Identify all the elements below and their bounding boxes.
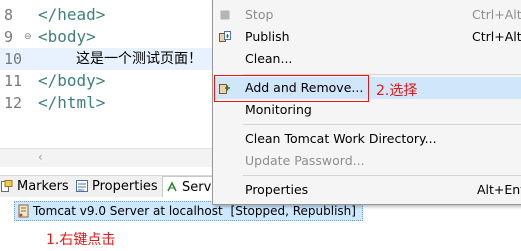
code-editor[interactable]: 8 </head> 9 ⊖ <body> 10 这是一个测试页面！ 11 </b… — [0, 0, 212, 168]
menu-item-update-password[interactable]: Update Password... — [213, 150, 521, 172]
menu-item-shortcut: Ctrl+Alt+P — [472, 29, 521, 44]
menu-item-publish[interactable]: Publish Ctrl+Alt+P — [213, 26, 521, 48]
annotation-highlight-box — [214, 75, 369, 102]
code-text: </head> — [38, 5, 106, 24]
context-menu: Stop Ctrl+Alt+S Publish Ctrl+Alt+P Clean… — [212, 0, 521, 205]
editor-line[interactable]: 9 ⊖ <body> — [0, 26, 212, 48]
line-number: 12 — [4, 94, 23, 112]
server-status: [Stopped, Republish] — [230, 204, 356, 218]
editor-line[interactable]: 12 </html> — [0, 92, 212, 114]
menu-item-clean-work-directory[interactable]: Clean Tomcat Work Directory... — [213, 128, 521, 150]
tab-label: Markers — [17, 179, 69, 194]
editor-line-current[interactable]: 10 这是一个测试页面！ — [0, 48, 212, 70]
menu-item-shortcut: Ctrl+Alt+S — [472, 7, 521, 22]
markers-icon — [1, 180, 13, 192]
line-number: 8 — [4, 6, 14, 24]
publish-icon — [219, 31, 231, 42]
servers-icon — [167, 181, 177, 192]
tab-label: Servers — [182, 180, 213, 195]
line-number: 10 — [4, 50, 23, 68]
menu-item-properties[interactable]: Properties Alt+Enter — [213, 179, 521, 201]
tab-servers[interactable]: Servers — [162, 176, 214, 199]
code-text: </html> — [38, 93, 106, 112]
code-text: <body> — [38, 27, 96, 46]
annotation-step2: 2.选择 — [376, 83, 418, 99]
scroll-left-icon[interactable]: ‹ — [38, 150, 43, 164]
menu-separator — [243, 124, 521, 125]
annotation-step1: 1.右键点击 — [46, 232, 116, 248]
server-name: Tomcat v9.0 Server at localhost — [33, 204, 223, 218]
menu-item-label: Publish — [245, 29, 290, 44]
menu-item-label: Clean Tomcat Work Directory... — [245, 131, 437, 146]
menu-item-label: Stop — [245, 7, 274, 22]
fold-icon[interactable]: ⊖ — [24, 32, 32, 42]
menu-item-label: Update Password... — [245, 153, 365, 168]
menu-item-label: Monitoring — [245, 102, 312, 117]
menu-item-clean[interactable]: Clean... — [213, 48, 521, 70]
tomcat-server-icon — [18, 204, 29, 218]
menu-separator — [243, 175, 521, 176]
tab-markers[interactable]: Markers — [0, 176, 70, 198]
properties-icon — [76, 180, 88, 192]
menu-item-shortcut: Alt+Enter — [477, 182, 521, 197]
menu-item-stop[interactable]: Stop Ctrl+Alt+S — [213, 4, 521, 26]
horizontal-scrollbar[interactable]: ‹ — [0, 148, 212, 167]
code-text: </body> — [38, 71, 106, 90]
servers-view: Tomcat v9.0 Server at localhost [Stopped… — [0, 197, 521, 251]
menu-item-label: Properties — [245, 182, 309, 197]
menu-item-label: Clean... — [245, 51, 293, 66]
editor-line[interactable]: 8 </head> — [0, 4, 212, 26]
menu-item-monitoring[interactable]: Monitoring — [213, 99, 521, 121]
stop-icon — [220, 10, 230, 20]
editor-line[interactable]: 11 </body> — [0, 70, 212, 92]
views-tab-bar: Markers Properties Servers — [0, 175, 214, 199]
line-number: 11 — [4, 72, 23, 90]
tab-label: Properties — [92, 179, 158, 194]
tab-properties[interactable]: Properties — [76, 176, 158, 198]
code-text: 这是一个测试页面！ — [76, 51, 202, 67]
